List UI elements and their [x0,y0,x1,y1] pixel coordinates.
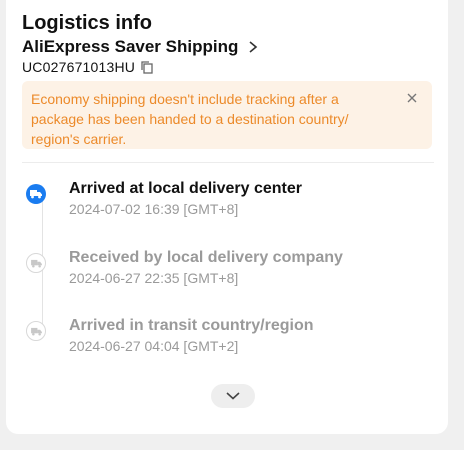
event-time: 2024-06-27 04:04 [GMT+2] [69,338,239,354]
event-title: Arrived in transit country/region [69,317,314,334]
timeline-dot-active [26,184,46,204]
timeline-dot [26,253,46,273]
notice-text: Economy shipping doesn't include trackin… [31,91,349,147]
chevron-right-icon [249,41,258,53]
event-title: Received by local delivery company [69,249,343,266]
truck-icon [30,190,42,199]
event-time: 2024-07-02 16:39 [GMT+8] [69,201,239,217]
timeline-dot [26,321,46,341]
page-title: Logistics info [22,12,152,34]
expand-timeline-button[interactable] [211,384,255,408]
logistics-card: Logistics info AliExpress Saver Shipping… [6,0,448,434]
event-title: Arrived at local delivery center [69,180,302,197]
truck-icon [30,327,42,335]
shipping-method-link[interactable]: AliExpress Saver Shipping [22,37,260,57]
shipping-notice: Economy shipping doesn't include trackin… [22,81,432,149]
tracking-number: UC027671013HU [22,59,136,75]
copy-icon[interactable] [139,59,155,75]
shipping-method-label: AliExpress Saver Shipping [22,37,239,56]
truck-icon [30,259,42,267]
event-time: 2024-06-27 22:35 [GMT+8] [69,270,239,286]
close-icon[interactable] [406,92,418,104]
chevron-down-icon [226,392,240,400]
divider [22,162,434,163]
tracking-row: UC027671013HU [22,59,155,75]
